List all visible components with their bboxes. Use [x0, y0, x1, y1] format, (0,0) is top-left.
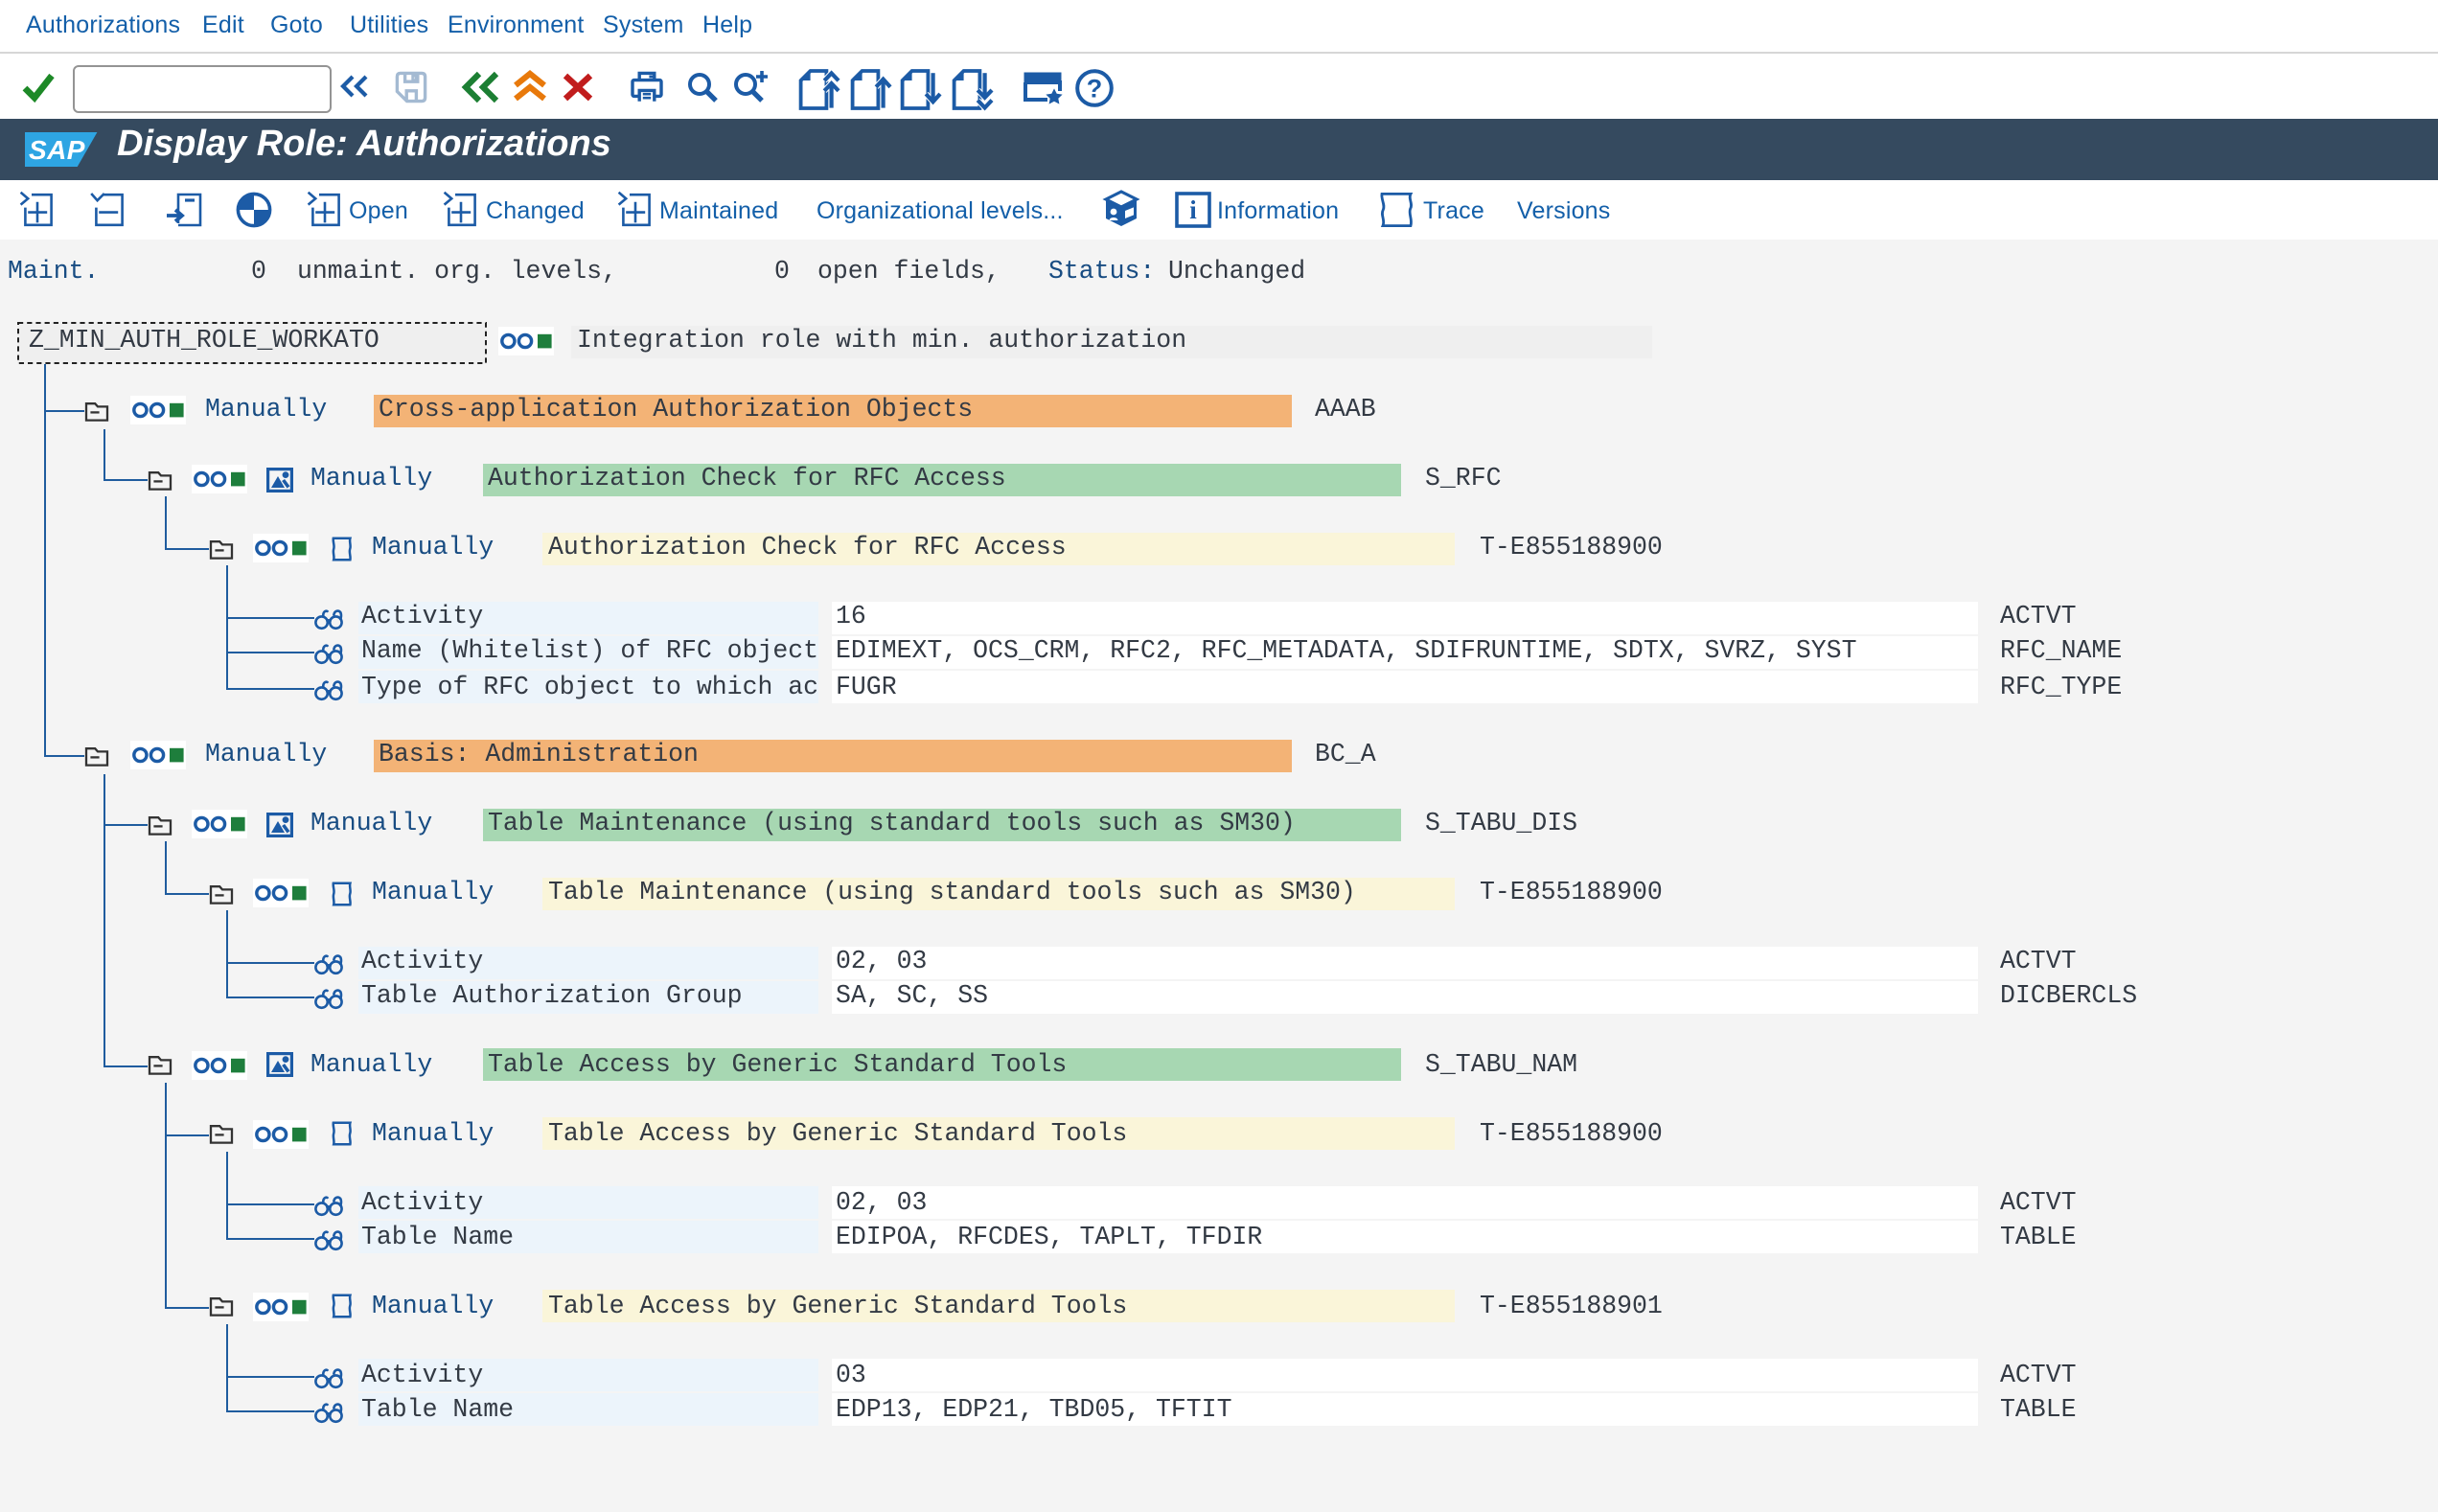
svg-text:i: i — [1189, 195, 1197, 223]
svg-text:?: ? — [1087, 75, 1103, 103]
